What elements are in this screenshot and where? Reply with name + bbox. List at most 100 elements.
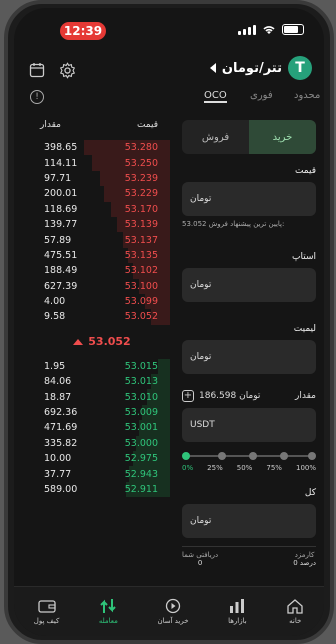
bid-price: 52.975	[124, 453, 158, 465]
bid-amount: 471.69	[44, 422, 78, 434]
price-hint-label: پایین ترین پیشنهاد فروش:	[208, 220, 285, 228]
nav-markets-label: بازارها	[228, 617, 247, 625]
limit-label: لیمیت	[293, 324, 316, 334]
ask-amount: 4.00	[44, 296, 66, 308]
amount-input[interactable]: USDT	[182, 408, 316, 442]
tab-limit[interactable]: محدود	[294, 90, 320, 101]
home-icon	[286, 598, 304, 614]
slider-dot-75[interactable]	[279, 452, 288, 460]
ask-row[interactable]: 97.71 53.239	[14, 170, 170, 187]
pair-title: تتر/تومان	[221, 60, 282, 76]
calendar-icon[interactable]	[26, 59, 48, 81]
tick-0: 0%	[182, 464, 194, 472]
bid-amount: 692.36	[44, 407, 78, 419]
slider-ticks: 0% 25% 50% 75% 100%	[182, 464, 316, 472]
pair-selector[interactable]: تتر/تومان T	[209, 56, 312, 80]
asks-list: 398.65 53.280 114.11 53.250 97.71 53.239 200.0…	[14, 140, 170, 325]
nav-trade-label: معامله	[98, 617, 118, 625]
tick-100: 100%	[295, 464, 316, 472]
nav-trade[interactable]: معامله	[99, 598, 118, 625]
ask-row[interactable]: 188.49 53.102	[14, 263, 170, 279]
limit-input[interactable]: تومان	[182, 340, 316, 374]
bid-price: 53.000	[124, 437, 158, 449]
ask-amount: 627.39	[44, 280, 78, 292]
fee-value: 0 درصد	[293, 559, 316, 567]
ask-row[interactable]: 627.39 53.100	[14, 278, 170, 294]
ask-row[interactable]: 475.51 53.135	[14, 247, 170, 264]
total-input[interactable]: تومان	[182, 504, 316, 538]
ask-amount: 398.65	[44, 142, 78, 154]
bid-row[interactable]: 335.82 53.000	[14, 435, 170, 452]
total-label: کل	[304, 488, 316, 498]
amount-unit: USDT	[190, 420, 215, 430]
slider-dot-25[interactable]	[218, 452, 227, 460]
order-type-tabs: ! OCO فوری محدود	[14, 88, 324, 108]
ask-price: 53.052	[124, 311, 158, 323]
ask-row[interactable]: 4.00 53.099	[14, 293, 170, 310]
ask-price: 53.100	[124, 280, 158, 292]
ask-price: 53.239	[124, 172, 158, 184]
ask-row[interactable]: 57.89 53.137	[14, 232, 170, 248]
buy-tab[interactable]: خرید	[249, 120, 316, 154]
balance-value: 186.598 تومان	[199, 391, 261, 401]
bid-price: 53.010	[124, 391, 158, 403]
slider-dot-100[interactable]	[308, 452, 316, 460]
bid-amount: 10.00	[44, 453, 72, 465]
price-hint[interactable]: 53.052 پایین ترین پیشنهاد فروش:	[182, 220, 316, 228]
ask-amount: 188.49	[44, 265, 78, 277]
sell-tab[interactable]: فروش	[182, 120, 249, 154]
bid-price: 53.013	[124, 376, 158, 388]
status-time: 12:39	[60, 22, 106, 40]
price-header: قیمت	[136, 120, 158, 130]
nav-wallet-label: کیف پول	[33, 617, 60, 625]
bid-row[interactable]: 471.69 53.001	[14, 420, 170, 436]
order-book-header: مقدار قیمت	[14, 120, 170, 130]
price-label: قیمت	[294, 166, 316, 176]
battery-icon	[282, 24, 304, 35]
bid-price: 53.015	[124, 360, 158, 372]
tether-logo-icon: T	[288, 56, 312, 80]
bid-row[interactable]: 84.06 53.013	[14, 374, 170, 390]
tab-oco[interactable]: OCO	[204, 90, 227, 103]
ask-row[interactable]: 9.58 53.052	[14, 309, 170, 325]
stop-label: استاپ	[292, 252, 316, 262]
gear-icon[interactable]	[56, 59, 78, 81]
bid-row[interactable]: 18.87 53.010	[14, 389, 170, 405]
ask-row[interactable]: 139.77 53.139	[14, 216, 170, 233]
nav-wallet[interactable]: کیف پول	[33, 598, 60, 625]
slider-dot-0[interactable]	[182, 452, 190, 460]
ask-price: 53.135	[124, 249, 158, 261]
bid-row[interactable]: 1.95 53.015	[14, 358, 170, 375]
nav-home[interactable]: خانه	[286, 598, 304, 625]
bid-row[interactable]: 37.77 52.943	[14, 466, 170, 482]
add-balance-icon[interactable]: +	[182, 390, 194, 402]
ask-amount: 475.51	[44, 249, 78, 261]
ask-row[interactable]: 114.11 53.250	[14, 155, 170, 171]
bid-price: 53.009	[124, 407, 158, 419]
ask-row[interactable]: 118.69 53.170	[14, 201, 170, 217]
slider-dot-50[interactable]	[249, 452, 257, 460]
tab-instant[interactable]: فوری	[250, 90, 273, 101]
nav-easy-buy[interactable]: خرید آسان	[157, 598, 189, 625]
info-icon[interactable]: !	[30, 90, 44, 104]
amount-row: + 186.598 تومان مقدار	[182, 390, 316, 402]
nav-markets[interactable]: بازارها	[228, 598, 247, 625]
limit-unit: تومان	[190, 352, 212, 362]
phone-frame: 12:39 تتر/تومان T ! OCO فوری محدود مقدار…	[4, 0, 334, 644]
signal-icon	[238, 24, 256, 35]
fee-summary: دریافتی شما 0 کارمزد 0 درصد	[182, 546, 316, 567]
header: تتر/تومان T	[14, 52, 324, 88]
order-book: مقدار قیمت 398.65 53.280 114.11 53.250 97.71…	[14, 120, 170, 580]
ask-row[interactable]: 200.01 53.229	[14, 186, 170, 202]
bid-row[interactable]: 589.00 52.911	[14, 481, 170, 498]
stop-input[interactable]: تومان	[182, 268, 316, 302]
amount-slider[interactable]	[182, 450, 316, 462]
ask-amount: 118.69	[44, 203, 78, 215]
bid-row[interactable]: 10.00 52.975	[14, 451, 170, 467]
bid-row[interactable]: 692.36 53.009	[14, 404, 170, 421]
ask-amount: 200.01	[44, 188, 78, 200]
bid-amount: 589.00	[44, 484, 78, 495]
bottom-nav: کیف پول معامله خرید آسان بازارها خانه	[14, 586, 324, 636]
ask-row[interactable]: 398.65 53.280	[14, 140, 170, 156]
price-input[interactable]: تومان	[182, 182, 316, 216]
